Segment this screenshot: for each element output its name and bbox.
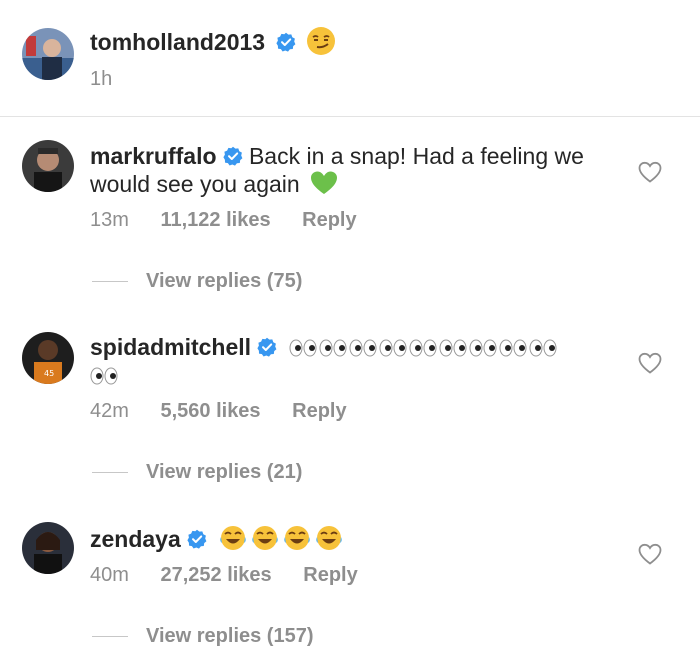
eyes-emoji-icon — [90, 367, 118, 385]
green-heart-emoji-icon — [311, 171, 338, 194]
view-replies-button[interactable]: View replies (21) — [92, 461, 302, 484]
comment-username[interactable]: zendaya — [90, 526, 181, 552]
verified-badge-icon — [275, 32, 295, 52]
eyes-emoji-icon — [439, 339, 467, 357]
comment-likes[interactable]: 5,560 likes — [160, 400, 260, 422]
comment-likes[interactable]: 27,252 likes — [160, 564, 271, 586]
comment-text-line1: Back in a snap! Had a feeling we — [248, 143, 584, 169]
reply-button[interactable]: Reply — [292, 400, 346, 422]
tears-of-joy-emoji-icon — [284, 526, 310, 550]
eyes-emoji-icon — [409, 339, 437, 357]
eyes-emoji-icon — [319, 339, 347, 357]
verified-badge-icon — [222, 146, 242, 166]
comment-body: markruffalo Back in a snap! Had a feelin… — [90, 142, 584, 198]
eyes-emoji-icon — [349, 339, 377, 357]
eyes-emoji-icon — [289, 339, 317, 357]
post-time: 1h — [90, 68, 113, 90]
comment-time: 42m — [90, 400, 129, 422]
divider — [92, 636, 128, 637]
comment-likes[interactable]: 11,122 likes — [160, 209, 270, 231]
avatar-spidadmitchell[interactable]: 45 — [22, 332, 74, 384]
reply-button[interactable]: Reply — [303, 564, 357, 586]
smirk-emoji-icon — [307, 27, 336, 55]
svg-text:45: 45 — [44, 369, 54, 378]
comment-username[interactable]: spidadmitchell — [90, 334, 251, 360]
avatar-zendaya[interactable] — [22, 522, 74, 574]
view-replies-button[interactable]: View replies (157) — [92, 625, 314, 648]
heart-outline-icon[interactable] — [638, 352, 662, 374]
verified-badge-icon — [187, 529, 207, 549]
divider — [92, 472, 128, 473]
laughing-emoji-row — [219, 526, 347, 552]
eyes-emoji-icon — [529, 339, 557, 357]
view-replies-button[interactable]: View replies (75) — [92, 270, 302, 293]
post-username[interactable]: tomholland2013 — [90, 29, 265, 55]
comment-username[interactable]: markruffalo — [90, 143, 217, 169]
comment-meta: 40m 27,252 likes Reply — [90, 564, 384, 587]
avatar-tomholland2013[interactable] — [22, 28, 74, 80]
tears-of-joy-emoji-icon — [252, 526, 278, 550]
eyes-emoji-icon — [379, 339, 407, 357]
view-replies-label: View replies (75) — [146, 270, 303, 292]
comment-meta: 42m 5,560 likes Reply — [90, 400, 373, 423]
comment-body: zendaya — [90, 524, 347, 553]
tears-of-joy-emoji-icon — [316, 526, 342, 550]
eyes-emoji-icon — [469, 339, 497, 357]
comment-time: 40m — [90, 564, 129, 586]
eyes-emoji-icon — [499, 339, 527, 357]
view-replies-label: View replies (157) — [146, 625, 314, 647]
eyes-emoji-row — [289, 334, 559, 360]
heart-outline-icon[interactable] — [638, 543, 662, 565]
verified-badge-icon — [257, 337, 277, 357]
avatar-markruffalo[interactable] — [22, 140, 74, 192]
divider — [92, 281, 128, 282]
view-replies-label: View replies (21) — [146, 461, 303, 483]
reply-button[interactable]: Reply — [302, 209, 356, 231]
comment-time: 13m — [90, 209, 129, 231]
comment-text-line2: would see you again — [90, 171, 300, 197]
comment-body: spidadmitchell — [90, 333, 559, 389]
post-header: tomholland2013 1h — [0, 0, 700, 117]
heart-outline-icon[interactable] — [638, 161, 662, 183]
tears-of-joy-emoji-icon — [220, 526, 246, 550]
comment-meta: 13m 11,122 likes Reply — [90, 209, 383, 232]
